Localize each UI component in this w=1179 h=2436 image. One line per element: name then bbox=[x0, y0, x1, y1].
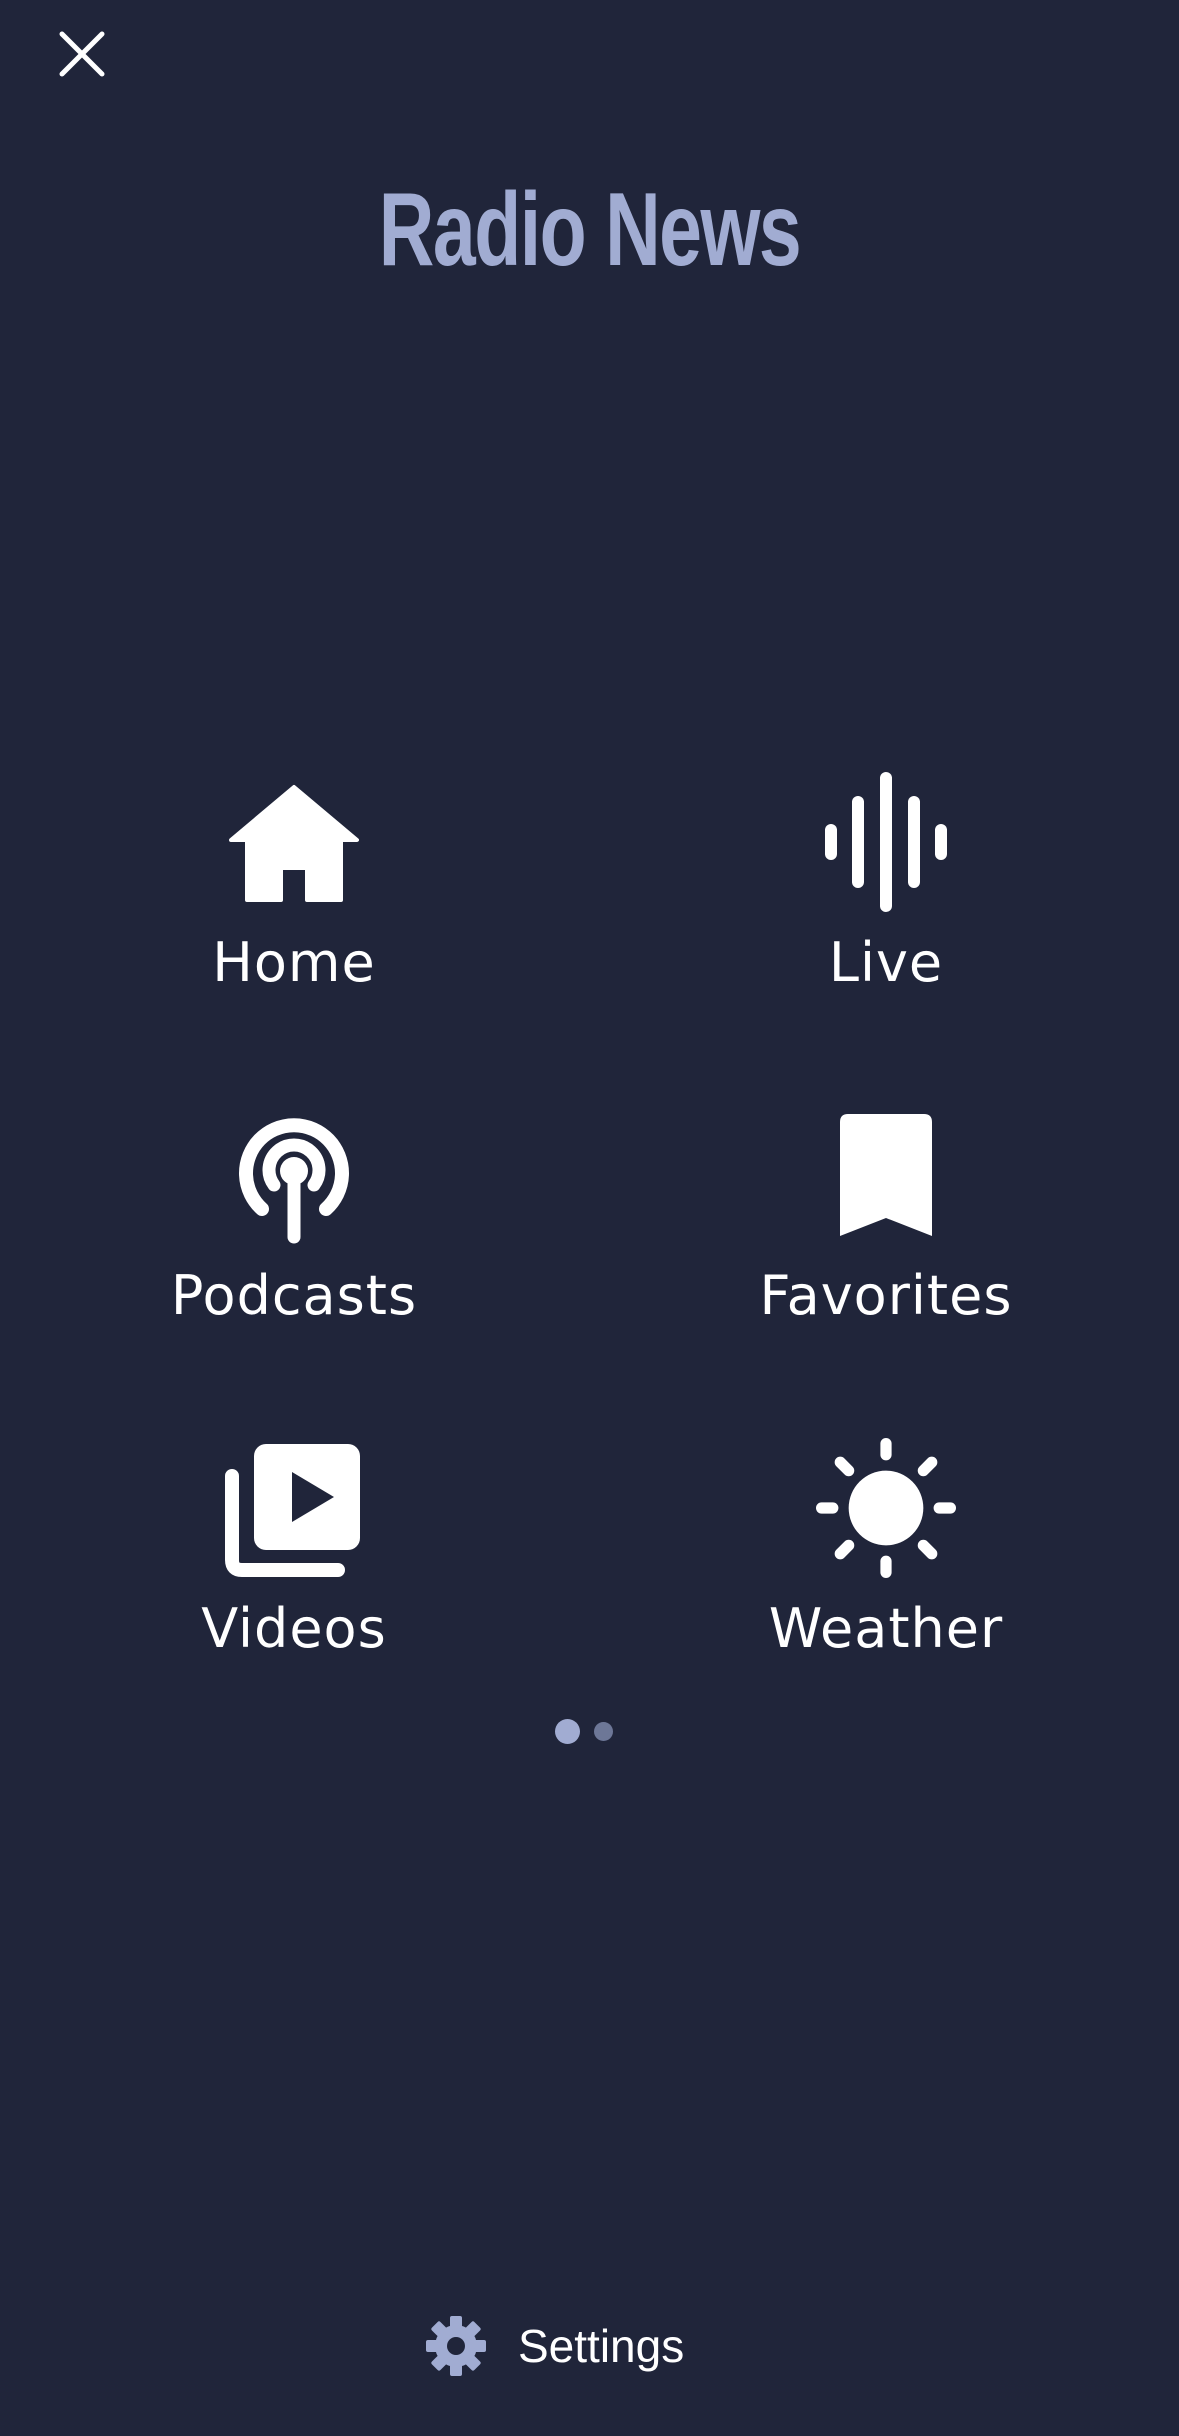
menu-item-home[interactable]: Home bbox=[104, 772, 484, 1022]
page-dot[interactable] bbox=[594, 1721, 613, 1741]
bookmark-icon bbox=[816, 1105, 956, 1245]
home-icon bbox=[224, 772, 364, 912]
menu-item-label: Home bbox=[212, 931, 376, 994]
video-library-icon bbox=[224, 1438, 364, 1578]
close-button[interactable] bbox=[50, 22, 114, 86]
menu-item-podcasts[interactable]: Podcasts bbox=[104, 1105, 484, 1355]
page-dot-active[interactable] bbox=[555, 1718, 580, 1744]
app-title: Radio News bbox=[378, 172, 802, 288]
settings-button[interactable]: Settings bbox=[424, 2310, 684, 2382]
menu-item-live[interactable]: Live bbox=[696, 772, 1076, 1022]
sun-icon bbox=[816, 1438, 956, 1578]
menu-item-favorites[interactable]: Favorites bbox=[696, 1105, 1076, 1355]
menu-item-weather[interactable]: Weather bbox=[696, 1438, 1076, 1688]
close-icon bbox=[59, 31, 105, 77]
menu-item-label: Videos bbox=[201, 1597, 387, 1660]
menu-item-videos[interactable]: Videos bbox=[104, 1438, 484, 1688]
menu-item-label: Favorites bbox=[759, 1264, 1013, 1327]
gear-icon bbox=[426, 2316, 486, 2376]
page-indicator[interactable] bbox=[555, 1716, 625, 1746]
menu-item-label: Live bbox=[828, 931, 944, 994]
menu-item-label: Podcasts bbox=[170, 1264, 418, 1327]
menu-item-label: Weather bbox=[768, 1597, 1004, 1660]
podcast-icon bbox=[224, 1105, 364, 1245]
live-audio-icon bbox=[816, 772, 956, 912]
settings-label: Settings bbox=[518, 2320, 685, 2372]
